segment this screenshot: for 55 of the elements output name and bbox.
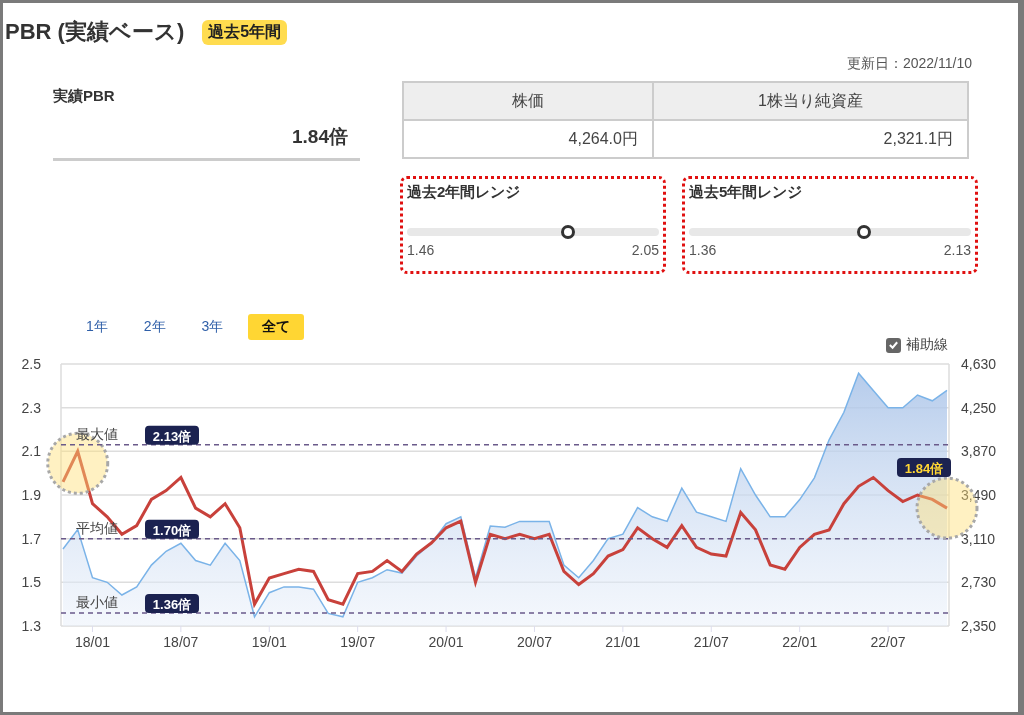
axis-label: 18/07 <box>163 634 199 650</box>
axis-label: 22/01 <box>782 634 818 650</box>
axis-label: 21/01 <box>605 634 641 650</box>
checkbox[interactable] <box>886 337 901 353</box>
value-badge: 1.70倍 <box>145 519 199 539</box>
axis-label: 2,730 <box>961 574 997 591</box>
axis-label: 19/07 <box>340 634 376 650</box>
range-min: 1.36 <box>689 242 717 258</box>
axis-label: 1.9 <box>21 487 41 503</box>
axis-label: 1.5 <box>21 574 41 591</box>
period-tab[interactable]: 全て <box>248 314 305 340</box>
axis-label: 19/01 <box>251 634 287 650</box>
table-cell: 4,264.0円 <box>403 120 653 158</box>
range-title: 過去2年間レンジ <box>407 183 522 202</box>
column-header: 1株当り純資産 <box>652 82 968 120</box>
value-badge: 1.84倍 <box>897 458 951 478</box>
page-title: PBR (実績ベース) <box>5 18 185 46</box>
reference-label: 最小値 <box>76 593 118 610</box>
axis-label: 21/07 <box>693 634 729 650</box>
range-title: 過去5年間レンジ <box>689 183 804 202</box>
axis-label: 18/01 <box>74 634 110 650</box>
period-tab[interactable]: 2年 <box>132 314 177 340</box>
axis-label: 20/01 <box>428 634 464 650</box>
period-tab[interactable]: 3年 <box>190 314 235 340</box>
axis-label: 2.1 <box>21 443 41 460</box>
axis-label: 2.3 <box>21 399 41 416</box>
axis-label: 3,110 <box>961 530 995 547</box>
axis-label: 3,870 <box>961 443 997 460</box>
reference-label: 平均値 <box>76 519 118 536</box>
range-max: 2.13 <box>943 242 971 258</box>
column-header: 株価 <box>403 82 653 120</box>
axis-label: 2,350 <box>961 618 997 634</box>
summary-value: 1.84倍 <box>291 125 349 149</box>
table-cell: 2,321.1円 <box>652 120 968 158</box>
range-max: 2.05 <box>631 242 659 258</box>
range-min: 1.46 <box>407 242 435 258</box>
summary-label: 実績PBR <box>53 87 116 106</box>
period-badge: 過去5年間 <box>202 19 288 45</box>
ref-line-label: 2.13倍 <box>152 428 192 444</box>
value-badge: 2.13倍 <box>145 425 199 445</box>
period-tab[interactable]: 1年 <box>75 314 119 340</box>
checkbox-label: 補助線 <box>906 336 948 354</box>
ref-line-label: 1.36倍 <box>152 596 192 612</box>
axis-label: 3,490 <box>961 487 997 503</box>
axis-label: 2.5 <box>21 356 41 372</box>
axis-label: 20/07 <box>516 634 552 650</box>
update-date: 更新日：2022/11/10 <box>845 55 972 73</box>
axis-label: 22/07 <box>870 634 906 650</box>
axis-label: 4,250 <box>961 399 997 416</box>
axis-label: 1.7 <box>21 530 41 547</box>
annotation: 1.84倍 <box>904 461 944 477</box>
ref-line-label: 1.70倍 <box>152 522 192 538</box>
axis-label: 1.3 <box>21 618 41 634</box>
reference-label: 最大値 <box>76 425 118 442</box>
axis-label: 4,630 <box>961 356 997 372</box>
